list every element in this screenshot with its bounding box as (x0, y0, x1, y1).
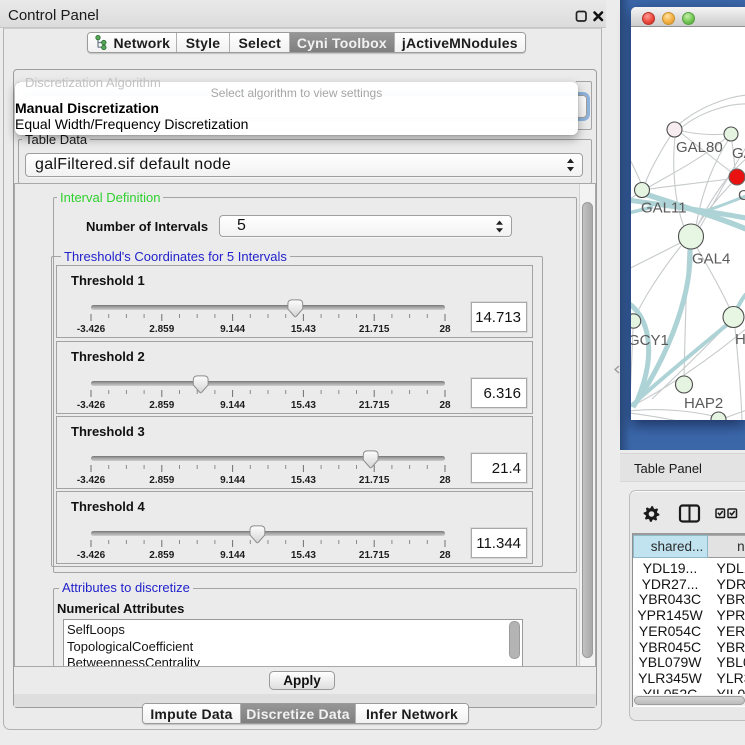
svg-text:GCY1: GCY1 (631, 332, 669, 349)
svg-text:CY: CY (738, 187, 745, 204)
svg-text:HAP2: HAP2 (684, 395, 723, 412)
svg-text:HA: HA (735, 331, 745, 348)
svg-text:GAL80: GAL80 (676, 139, 723, 156)
svg-text:GA: GA (732, 145, 745, 162)
svg-text:GAL11: GAL11 (641, 200, 687, 217)
svg-text:GAL4: GAL4 (692, 251, 730, 268)
